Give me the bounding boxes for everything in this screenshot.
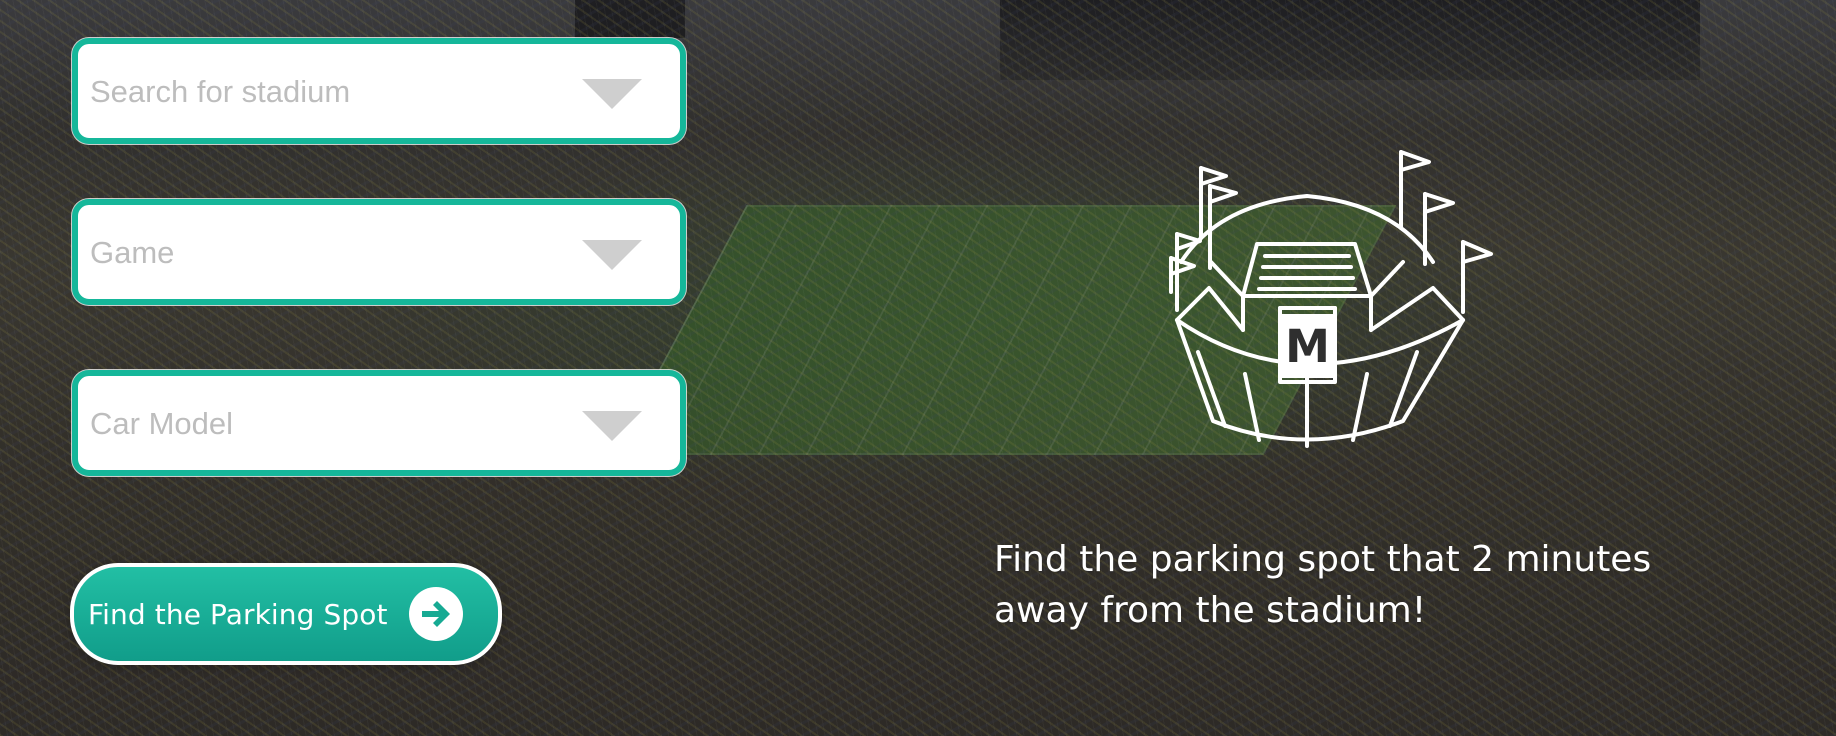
chevron-down-icon[interactable] xyxy=(582,239,642,270)
stadium-icon: M xyxy=(1169,150,1493,448)
game-placeholder: Game xyxy=(90,234,175,270)
stadium-logo-letter: M xyxy=(1285,320,1330,373)
stadium-search-select[interactable]: Search for stadium xyxy=(72,38,686,144)
hero-tagline: Find the parking spot that 2 minutes awa… xyxy=(994,539,1652,631)
arrow-right-circle-icon xyxy=(409,587,463,641)
stadium-search-placeholder: Search for stadium xyxy=(90,73,351,109)
car-model-placeholder: Car Model xyxy=(90,405,233,441)
car-model-select[interactable]: Car Model xyxy=(72,370,686,476)
hero-background: Search for stadium Game Car Model Find t… xyxy=(0,0,1836,736)
find-parking-spot-button[interactable]: Find the Parking Spot xyxy=(70,563,502,665)
find-parking-spot-label: Find the Parking Spot xyxy=(88,597,388,631)
chevron-down-icon[interactable] xyxy=(582,78,642,109)
game-select[interactable]: Game xyxy=(72,199,686,305)
chevron-down-icon[interactable] xyxy=(582,410,642,441)
